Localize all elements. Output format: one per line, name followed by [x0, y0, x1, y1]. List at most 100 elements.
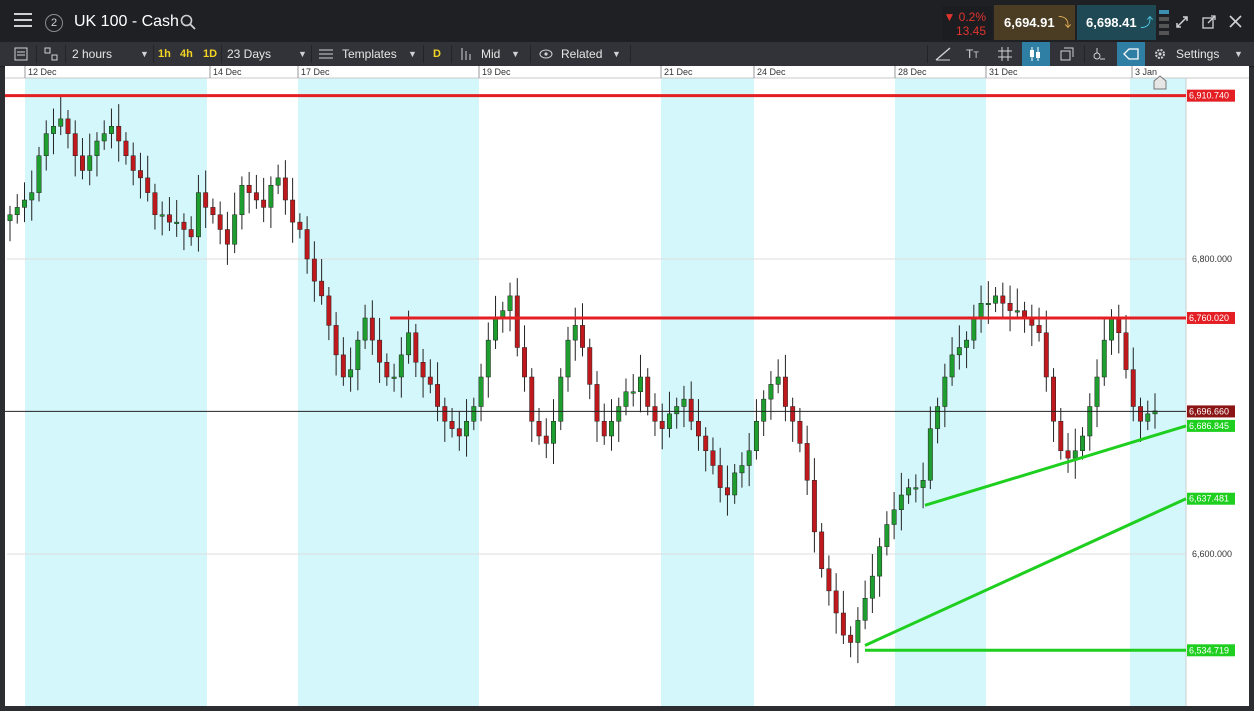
candle-body [964, 339, 970, 348]
indicator-icon[interactable] [1092, 42, 1106, 66]
candle-body [406, 332, 412, 356]
draw-line-icon[interactable] [935, 42, 951, 66]
candle-body [282, 177, 288, 201]
range-label: 23 Days [227, 47, 272, 61]
candle-body [1080, 435, 1085, 451]
session-band [661, 78, 754, 706]
expand-icon[interactable] [1175, 15, 1189, 34]
candle-body [239, 185, 245, 215]
candle-body [551, 421, 556, 444]
chart-canvas[interactable]: 6,800.000 6,600.000 12 Dec 14 Dec 17 Dec 19 … [5, 66, 1249, 706]
candle-body [855, 620, 861, 643]
related-button[interactable]: Related [561, 42, 602, 66]
range-select[interactable]: 23 Days [227, 42, 271, 66]
candle-body [65, 118, 71, 134]
layers-icon[interactable] [1060, 42, 1074, 66]
grid-icon[interactable] [998, 42, 1012, 66]
price-type-icon[interactable] [459, 42, 473, 66]
candle-body [137, 170, 143, 179]
close-icon[interactable] [1229, 15, 1242, 33]
templates-icon[interactable] [319, 42, 333, 66]
buy-button[interactable]: 6,698.41 ⤴ [1077, 5, 1156, 40]
chevron-down-icon[interactable]: ▼ [511, 42, 520, 66]
candle-body [355, 339, 361, 370]
settings-icon[interactable] [1153, 42, 1167, 66]
sell-price: 6,694.91 [1004, 15, 1055, 30]
time-axis-strip [5, 66, 1249, 78]
price-label: 6,637.481 [1189, 494, 1229, 504]
candle-body [1101, 339, 1107, 378]
candle-body [580, 325, 585, 348]
time-tick-label: 21 Dec [664, 67, 693, 77]
candle-body [464, 421, 470, 437]
search-icon[interactable] [180, 14, 196, 35]
timeframe-1h[interactable]: 1h [158, 42, 171, 66]
candle-body [36, 155, 42, 193]
candle-body [1109, 317, 1114, 341]
menu-icon[interactable] [14, 12, 32, 33]
candle-body [478, 376, 484, 407]
eye-icon[interactable] [539, 42, 553, 66]
candle-body [43, 133, 49, 156]
candle-body [261, 199, 267, 208]
settings-button[interactable]: Settings [1176, 42, 1219, 66]
candle-body [869, 575, 875, 599]
timeframe-4h[interactable]: 4h [180, 42, 193, 66]
candle-body [565, 339, 571, 378]
chevron-down-icon[interactable]: ▼ [298, 42, 307, 66]
chevron-down-icon[interactable]: ▼ [408, 42, 417, 66]
candle-body [1072, 450, 1078, 459]
candle-body [985, 303, 991, 305]
popout-icon[interactable] [1202, 15, 1216, 34]
interval-label: 2 hours [72, 47, 113, 61]
candle-body [297, 221, 303, 230]
chevron-down-icon[interactable]: ▼ [140, 42, 149, 66]
candle-body [1036, 325, 1042, 333]
price-chart[interactable]: 6,800.000 6,600.000 12 Dec 14 Dec 17 Dec 19 … [5, 66, 1249, 706]
chart-type-icon[interactable] [44, 42, 58, 66]
layout-icon[interactable] [1158, 8, 1170, 41]
candle-body [717, 465, 723, 488]
candle-body [442, 406, 448, 422]
candle-body [203, 192, 209, 208]
sell-button[interactable]: 6,694.91 ⤵ [994, 5, 1075, 40]
candle-body [688, 398, 694, 422]
candle-body [623, 391, 629, 407]
interval-select[interactable]: 2 hours [72, 42, 112, 66]
candle-body [1116, 317, 1122, 333]
candle-body [906, 487, 912, 496]
price-type-select[interactable]: Mid [481, 42, 500, 66]
chevron-down-icon[interactable]: ▼ [612, 42, 621, 66]
candle-body [369, 317, 375, 341]
candle-body [1087, 406, 1093, 437]
candle-body [123, 140, 129, 156]
market-title[interactable]: UK 100 - Cash [74, 13, 179, 31]
candle-body [304, 229, 310, 260]
price-tick-label: 6,800.000 [1192, 254, 1232, 264]
candle-body [601, 421, 607, 437]
candle-body [811, 480, 817, 533]
candle-body [536, 421, 542, 437]
timeframe-1d[interactable]: 1D [203, 42, 217, 66]
list-icon[interactable] [14, 42, 28, 66]
candle-body [1007, 303, 1013, 311]
candle-body [898, 494, 904, 510]
candle-body [724, 487, 730, 496]
candle-body [413, 332, 419, 363]
text-tool-icon[interactable]: TT [966, 42, 979, 66]
time-tick-label: 14 Dec [213, 67, 242, 77]
templates-button[interactable]: Templates [342, 42, 397, 66]
candle-body [797, 421, 803, 444]
candle-body [652, 406, 658, 422]
candle-body [391, 376, 397, 379]
link-badge[interactable]: 2 [45, 14, 63, 32]
tag-icon[interactable] [1117, 42, 1145, 66]
candle-body [145, 177, 151, 193]
buy-arrow-icon: ⤴ [1140, 15, 1154, 30]
d-button[interactable]: D [433, 42, 441, 66]
chevron-down-icon[interactable]: ▼ [1234, 42, 1243, 66]
candles-icon[interactable] [1022, 42, 1050, 66]
price-label: 6,910.740 [1189, 91, 1229, 101]
candle-body [311, 258, 317, 282]
candle-body [1065, 450, 1071, 459]
